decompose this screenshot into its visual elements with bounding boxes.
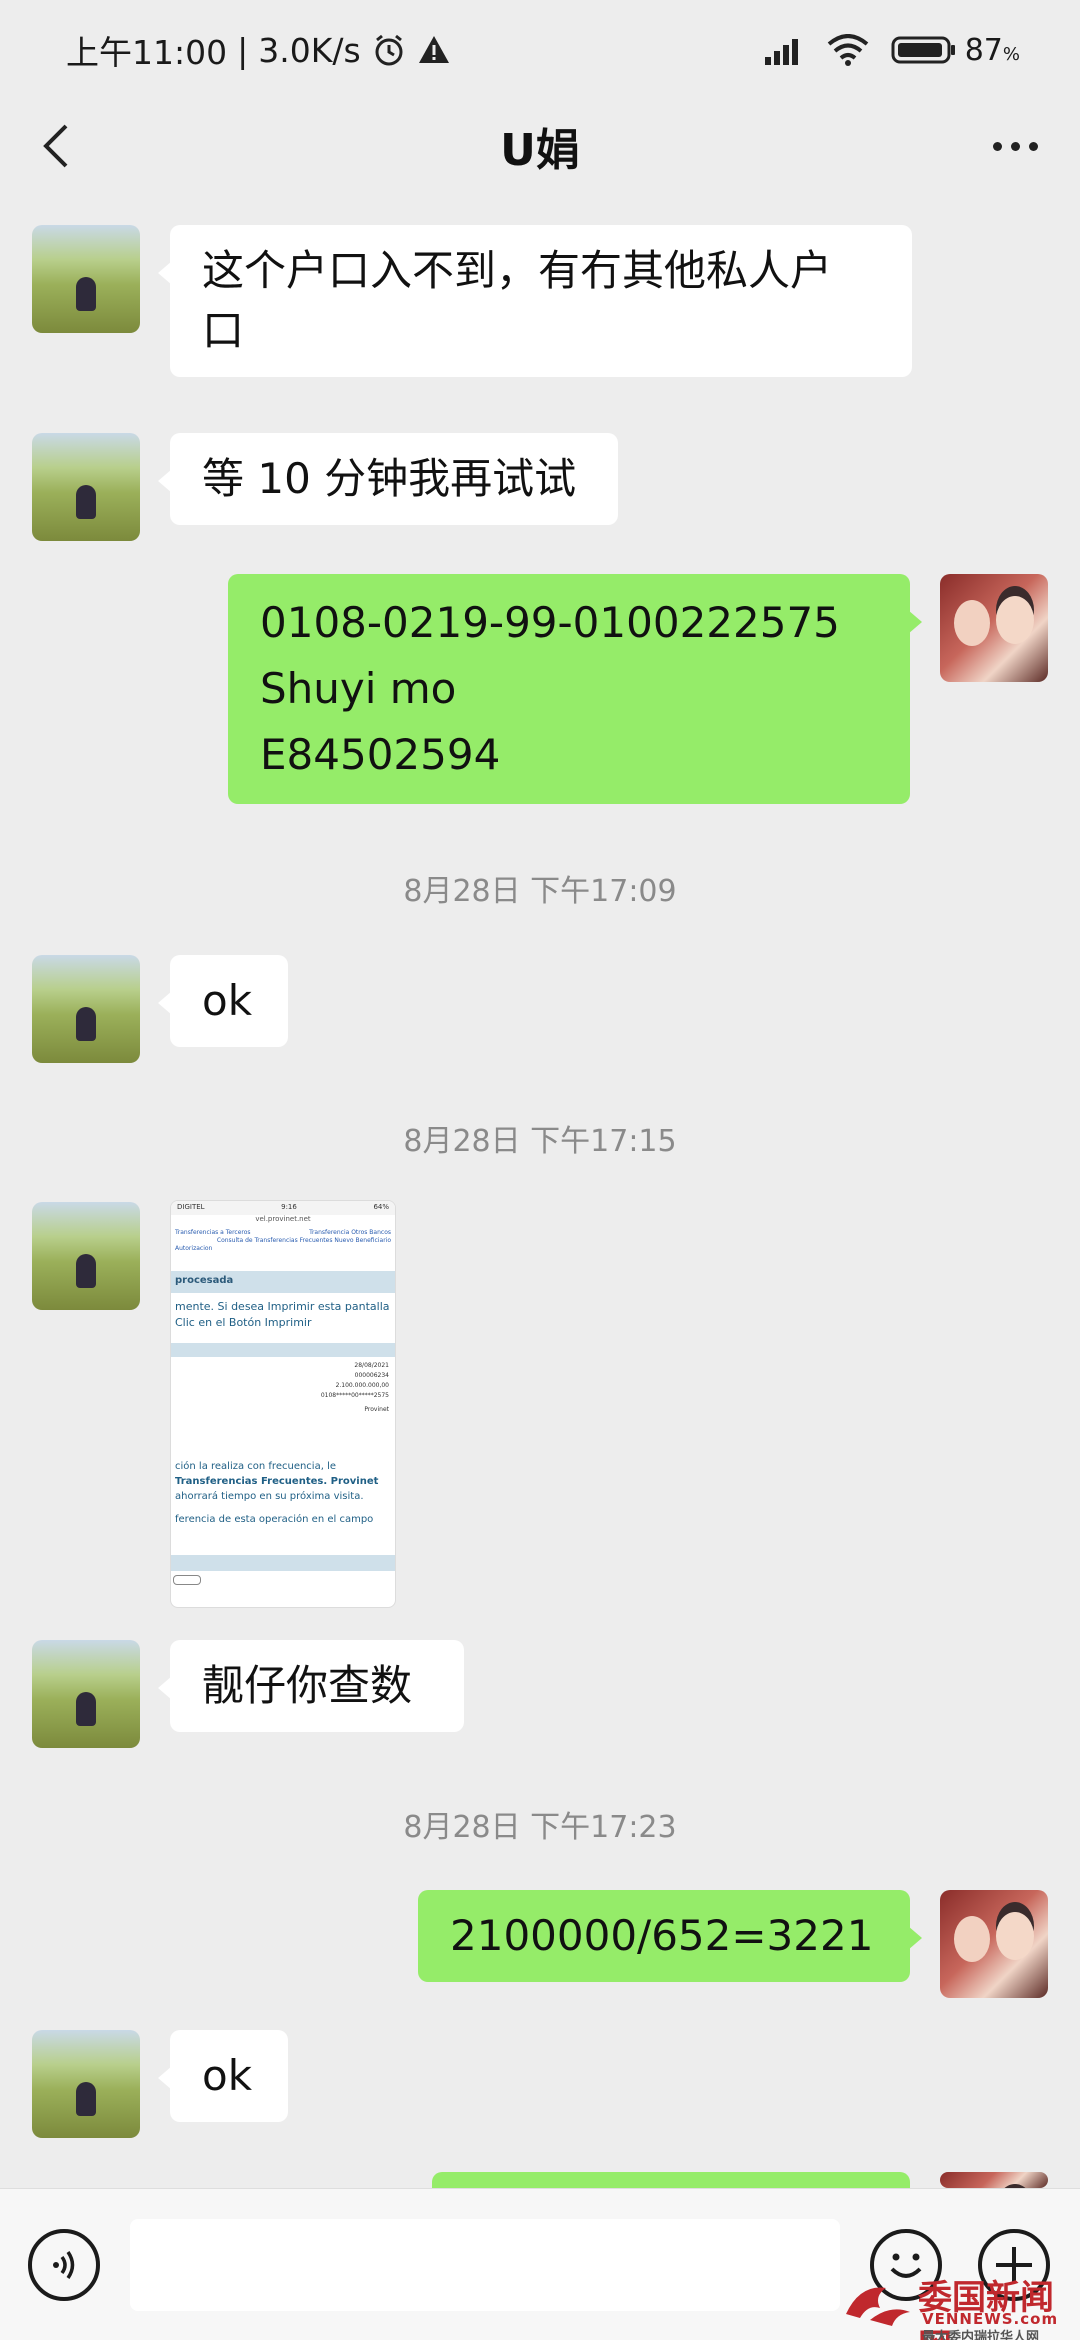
screenshot-text: ahorrará tiempo en su próxima visita.: [175, 1491, 364, 1502]
message-text: Shuyi mo: [260, 664, 457, 713]
chat-title: U娟: [500, 125, 580, 176]
screenshot-footer: ción la realiza con frecuencia, le Trans…: [171, 1459, 395, 1527]
battery-indicator: 87%: [891, 33, 1020, 68]
battery-icon: [891, 36, 955, 64]
message-bubble-received[interactable]: 等 10 分钟我再试试: [158, 433, 618, 525]
message-text: 等 10 分钟我再试试: [202, 454, 577, 503]
screenshot-header: procesada: [171, 1271, 395, 1293]
message-bubble-received[interactable]: 这个户口入不到，有冇其他私人户 口: [158, 225, 912, 377]
message-timestamp: 8月28日 下午17:15: [403, 1124, 677, 1159]
message-text: 2100000/652=3221: [450, 1911, 874, 1960]
message-input[interactable]: [130, 2219, 840, 2311]
contact-avatar[interactable]: [32, 225, 140, 333]
screenshot-battery: 64%: [373, 1203, 389, 1211]
screenshot-carrier: DIGITEL: [177, 1203, 205, 1211]
screenshot-value: 28/08/2021: [354, 1362, 389, 1369]
more-icon: [1028, 141, 1038, 151]
screenshot-text: Clic en el Botón Imprimir: [175, 1316, 312, 1329]
message-timestamp: 8月28日 下午17:09: [403, 874, 677, 909]
watermark-tagline: 最大委内瑞拉华人网: [922, 2330, 1040, 2340]
message-text: 这个户口入不到，有冇其他私人户: [202, 246, 833, 295]
screenshot-link: Autorizacion: [175, 1245, 213, 1252]
message-text: E84502594: [260, 730, 501, 779]
signal-icon: [764, 39, 798, 65]
screenshot-time: 9:16: [281, 1203, 297, 1211]
chat-header: U娟: [0, 100, 1080, 192]
watermark-logo-icon: [846, 2287, 910, 2326]
screenshot-link: Consulta de Transferencias Frecuentes Nu…: [216, 1237, 391, 1244]
contact-avatar[interactable]: [32, 1202, 140, 1310]
warning-icon: [418, 36, 449, 63]
contact-avatar[interactable]: [32, 955, 140, 1063]
screenshot-text: ferencia de esta operación en el campo: [175, 1514, 374, 1525]
status-bar: 上午11:00 | 3.0K/s 87%: [0, 0, 1080, 100]
my-avatar[interactable]: [940, 574, 1048, 682]
voice-button[interactable]: [28, 2229, 100, 2301]
screenshot-button: [173, 1575, 201, 1585]
screenshot-link: Transferencias a Terceros: [175, 1229, 251, 1236]
screenshot-url: vel.provinet.net: [255, 1215, 311, 1223]
wifi-icon: [827, 34, 868, 66]
screenshot-value: 0108*****00*****2575: [320, 1392, 389, 1399]
more-icon: [1010, 141, 1020, 151]
screenshot-text: mente. Si desea Imprimir esta pantalla: [175, 1300, 390, 1313]
screenshot-link: Transferencia Otros Bancos: [309, 1229, 391, 1236]
contact-avatar[interactable]: [32, 433, 140, 541]
contact-avatar[interactable]: [32, 2030, 140, 2138]
status-separator: |: [237, 30, 249, 70]
status-left: 上午11:00 | 3.0K/s: [66, 26, 451, 74]
message-bubble-sent-partial[interactable]: [432, 2172, 910, 2188]
status-time: 上午11:00: [66, 33, 228, 72]
image-message[interactable]: DIGITEL 9:16 64% vel.provinet.net Transf…: [170, 1200, 396, 1608]
screenshot-notice: mente. Si desea Imprimir esta pantalla C…: [171, 1299, 395, 1331]
message-bubble-received[interactable]: ok: [158, 2030, 288, 2122]
screenshot-status-bar: DIGITEL 9:16 64%: [171, 1201, 395, 1215]
screenshot-band: [171, 1555, 395, 1571]
contact-avatar[interactable]: [32, 1640, 140, 1748]
my-avatar[interactable]: [940, 2172, 1048, 2188]
screenshot-links: Transferencias a Terceros Transferencia …: [171, 1229, 395, 1253]
more-button[interactable]: [980, 116, 1050, 176]
message-text: ok: [202, 2051, 253, 2100]
message-text: 口: [202, 306, 245, 355]
message-text: 靓仔你查数: [202, 1661, 413, 1710]
alarm-icon: [375, 34, 403, 66]
screenshot-value: Provinet: [364, 1406, 389, 1413]
screenshot-value: 2.100.000.000,00: [335, 1382, 389, 1389]
status-net-speed: 3.0K/s: [258, 30, 361, 70]
message-bubble-received[interactable]: ok: [158, 955, 288, 1047]
my-avatar[interactable]: [940, 1890, 1048, 1998]
screenshot-band: [171, 1343, 395, 1357]
message-text: 0108-0219-99-0100222575: [260, 598, 840, 647]
screenshot-text: ción la realiza con frecuencia, le: [175, 1461, 336, 1472]
battery-percent: 87%: [965, 33, 1020, 68]
screenshot-values: 28/08/2021 000006234 2.100.000.000,00 01…: [171, 1361, 395, 1415]
watermark: 委国新闻网 VENNEWS.com 最大委内瑞拉华人网: [840, 2268, 1080, 2340]
message-bubble-received[interactable]: 靓仔你查数: [158, 1640, 464, 1732]
screenshot-text: Transferencias Frecuentes. Provinet: [175, 1476, 379, 1487]
message-bubble-sent[interactable]: 2100000/652=3221: [418, 1890, 922, 1982]
message-text: ok: [202, 976, 253, 1025]
voice-icon: [53, 2251, 75, 2279]
more-icon: [992, 141, 1002, 151]
back-arrow-icon: [43, 124, 68, 168]
message-bubble-sent[interactable]: 0108-0219-99-0100222575 Shuyi mo E845025…: [228, 574, 922, 804]
battery-unit: %: [1002, 43, 1020, 65]
status-right: 87%: [764, 33, 1020, 68]
screenshot-value: 000006234: [354, 1372, 389, 1379]
back-button[interactable]: [30, 116, 90, 176]
battery-value: 87: [964, 32, 1003, 68]
message-timestamp: 8月28日 下午17:23: [403, 1810, 677, 1845]
